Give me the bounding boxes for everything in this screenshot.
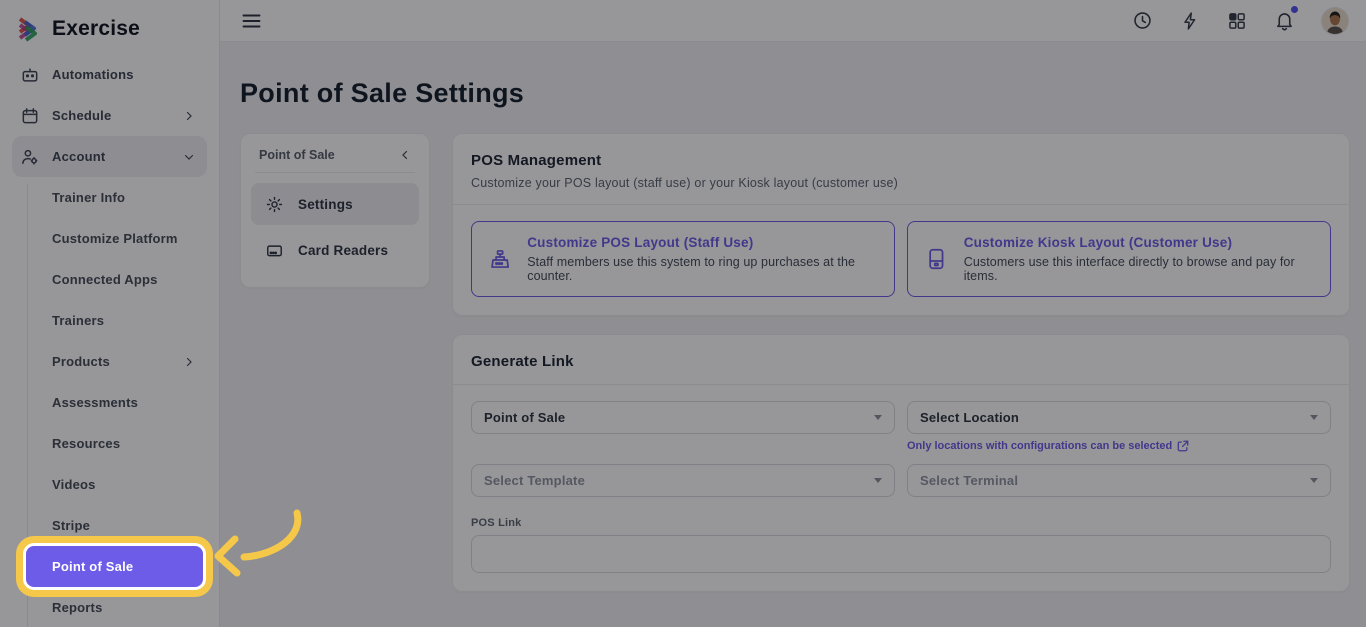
sidebar-item-products[interactable]: Products <box>14 341 205 382</box>
dropdown-caret-icon <box>1310 415 1318 420</box>
sidebar: Exercise Automations Schedule <box>0 0 220 627</box>
sidebar-item-videos[interactable]: Videos <box>14 464 205 505</box>
select-value: Select Location <box>920 410 1019 425</box>
collapse-panel-icon[interactable] <box>399 149 411 161</box>
hamburger-menu-icon[interactable] <box>242 13 261 29</box>
sidebar-item-connected-apps[interactable]: Connected Apps <box>14 259 205 300</box>
select-placeholder: Select Template <box>484 473 585 488</box>
sidebar-item-label: Point of Sale <box>52 559 133 574</box>
pos-settings-subnav: Point of Sale Settings <box>240 133 430 288</box>
notification-dot <box>1291 6 1298 13</box>
sidebar-item-assessments[interactable]: Assessments <box>14 382 205 423</box>
sidebar-item-label: Schedule <box>52 108 111 123</box>
sidebar-item-label: Trainer Info <box>52 190 125 205</box>
terminal-select[interactable]: Select Terminal <box>907 464 1331 497</box>
subnav-item-card-readers[interactable]: Card Readers <box>251 229 419 271</box>
pos-management-section: POS Management Customize your POS layout… <box>452 133 1350 316</box>
brand-logo-icon <box>16 16 42 42</box>
location-select[interactable]: Select Location <box>907 401 1331 434</box>
apps-grid-icon[interactable] <box>1227 11 1247 31</box>
page-title: Point of Sale Settings <box>240 78 1350 109</box>
card-description: Customers use this interface directly to… <box>964 255 1314 283</box>
sidebar-item-label: Connected Apps <box>52 272 158 287</box>
card-title: Customize POS Layout (Staff Use) <box>527 235 878 250</box>
subnav-item-settings[interactable]: Settings <box>251 183 419 225</box>
sidebar-item-stripe[interactable]: Stripe <box>14 505 205 546</box>
automation-icon <box>20 65 40 85</box>
app-window: Exercise Automations Schedule <box>0 0 1366 627</box>
sidebar-item-automations[interactable]: Automations <box>12 58 207 95</box>
section-title: Generate Link <box>471 353 1331 370</box>
sidebar-item-schedule[interactable]: Schedule <box>12 95 207 136</box>
section-title: POS Management <box>471 152 1331 169</box>
link-type-select[interactable]: Point of Sale <box>471 401 895 434</box>
select-value: Point of Sale <box>484 410 565 425</box>
pos-link-label: POS Link <box>471 517 1331 529</box>
kiosk-icon <box>924 246 949 272</box>
history-clock-icon[interactable] <box>1132 10 1153 31</box>
sidebar-item-reports[interactable]: Reports <box>14 587 205 627</box>
helper-text: Only locations with configurations can b… <box>907 440 1172 452</box>
card-description: Staff members use this system to ring up… <box>527 255 878 283</box>
notifications-bell-icon[interactable] <box>1274 10 1295 31</box>
select-placeholder: Select Terminal <box>920 473 1018 488</box>
sidebar-item-label: Stripe <box>52 518 90 533</box>
generate-link-section: Generate Link Point of Sale Select Locat… <box>452 334 1350 592</box>
chevron-down-icon <box>183 151 195 163</box>
locations-helper-link[interactable]: Only locations with configurations can b… <box>907 440 1331 452</box>
dropdown-caret-icon <box>874 415 882 420</box>
sidebar-item-label: Account <box>52 149 105 164</box>
sidebar-item-label: Automations <box>52 67 134 82</box>
sidebar-item-label: Customize Platform <box>52 231 178 246</box>
section-subtitle: Customize your POS layout (staff use) or… <box>471 176 1331 190</box>
customize-kiosk-layout-card[interactable]: Customize Kiosk Layout (Customer Use) Cu… <box>907 221 1331 297</box>
sidebar-item-label: Products <box>52 354 110 369</box>
pos-link-input[interactable] <box>471 535 1331 573</box>
sidebar-item-point-of-sale[interactable]: Point of Sale <box>26 546 203 587</box>
topbar <box>220 0 1366 42</box>
dropdown-caret-icon <box>1310 478 1318 483</box>
sidebar-item-trainers[interactable]: Trainers <box>14 300 205 341</box>
customize-pos-layout-card[interactable]: Customize POS Layout (Staff Use) Staff m… <box>471 221 895 297</box>
sidebar-item-label: Trainers <box>52 313 104 328</box>
template-select[interactable]: Select Template <box>471 464 895 497</box>
avatar-photo <box>1322 8 1348 34</box>
sidebar-item-resources[interactable]: Resources <box>14 423 205 464</box>
card-title: Customize Kiosk Layout (Customer Use) <box>964 235 1314 250</box>
sidebar-nav: Automations Schedule Account <box>0 58 219 627</box>
chevron-right-icon <box>183 110 195 122</box>
divider <box>255 172 415 173</box>
brand-logo[interactable]: Exercise <box>0 0 219 58</box>
sidebar-item-label: Resources <box>52 436 120 451</box>
sidebar-item-label: Videos <box>52 477 96 492</box>
divider <box>453 204 1349 205</box>
divider <box>453 384 1349 385</box>
brand-name: Exercise <box>52 17 140 41</box>
subnav-item-label: Settings <box>298 197 353 212</box>
cash-register-icon <box>488 246 512 272</box>
sidebar-item-customize-platform[interactable]: Customize Platform <box>14 218 205 259</box>
gear-icon <box>265 195 284 214</box>
external-link-icon <box>1177 440 1189 452</box>
avatar[interactable] <box>1322 8 1348 34</box>
sidebar-item-label: Assessments <box>52 395 138 410</box>
sidebar-item-account[interactable]: Account <box>12 136 207 177</box>
topbar-actions <box>1132 8 1348 34</box>
dropdown-caret-icon <box>874 478 882 483</box>
calendar-icon <box>20 106 40 126</box>
pos-panel-title: Point of Sale <box>259 148 335 162</box>
sidebar-item-trainer-info[interactable]: Trainer Info <box>14 177 205 218</box>
quick-actions-bolt-icon[interactable] <box>1180 11 1200 31</box>
card-reader-icon <box>265 241 284 260</box>
subnav-item-label: Card Readers <box>298 243 388 258</box>
account-gear-icon <box>20 147 40 167</box>
main-area: Point of Sale Settings Point of Sale <box>220 0 1366 627</box>
content-area: Point of Sale Settings Point of Sale <box>220 42 1366 627</box>
chevron-right-icon <box>183 356 195 368</box>
sidebar-item-label: Reports <box>52 600 103 615</box>
